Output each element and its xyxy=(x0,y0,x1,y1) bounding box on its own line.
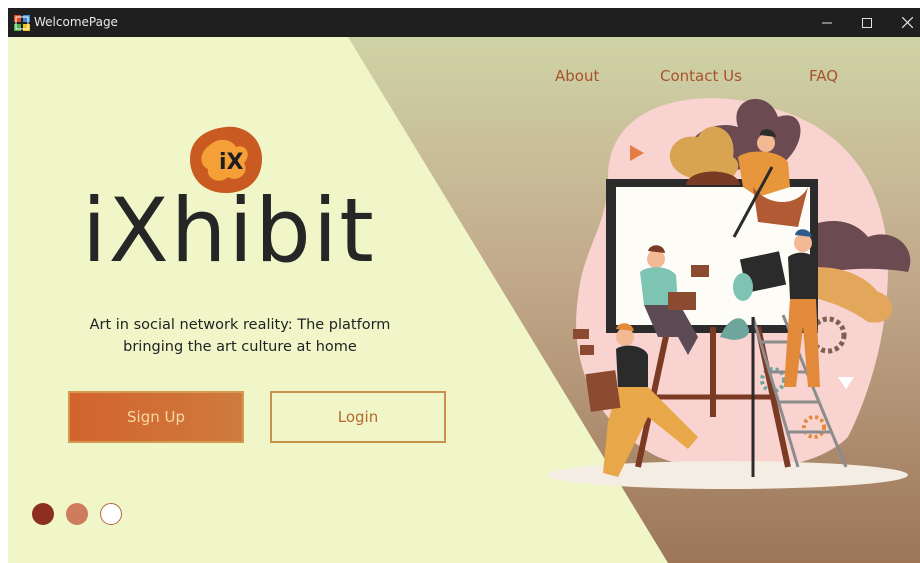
nav-about-link[interactable]: About xyxy=(555,67,599,85)
nav-contact-link[interactable]: Contact Us xyxy=(660,67,742,85)
signup-button[interactable]: Sign Up xyxy=(68,391,244,443)
tagline-line-2: bringing the art culture at home xyxy=(123,339,357,355)
tagline-line-1: Art in social network reality: The platf… xyxy=(89,317,391,333)
window-title: WelcomePage xyxy=(34,15,118,29)
app-icon xyxy=(14,15,30,31)
nav-faq-link[interactable]: FAQ xyxy=(809,67,838,85)
brand-name: iXhibit xyxy=(82,179,376,282)
close-button[interactable] xyxy=(884,8,920,37)
title-bar: WelcomePage xyxy=(8,8,920,37)
minimize-icon xyxy=(822,22,832,23)
carousel-dot-3[interactable] xyxy=(100,503,122,525)
tagline: Art in social network reality: The platf… xyxy=(80,314,400,358)
carousel-dot-2[interactable] xyxy=(66,503,88,525)
welcome-content: About Contact Us FAQ iX iXhibit Art in s… xyxy=(8,37,920,563)
hero-illustration xyxy=(348,37,920,563)
maximize-icon xyxy=(862,17,872,28)
close-icon xyxy=(901,17,913,28)
login-button[interactable]: Login xyxy=(270,391,446,443)
app-window: WelcomePage About Contact Us FAQ iX iXhi… xyxy=(8,8,920,563)
carousel-dot-1[interactable] xyxy=(32,503,54,525)
logo-text: iX xyxy=(219,150,244,175)
